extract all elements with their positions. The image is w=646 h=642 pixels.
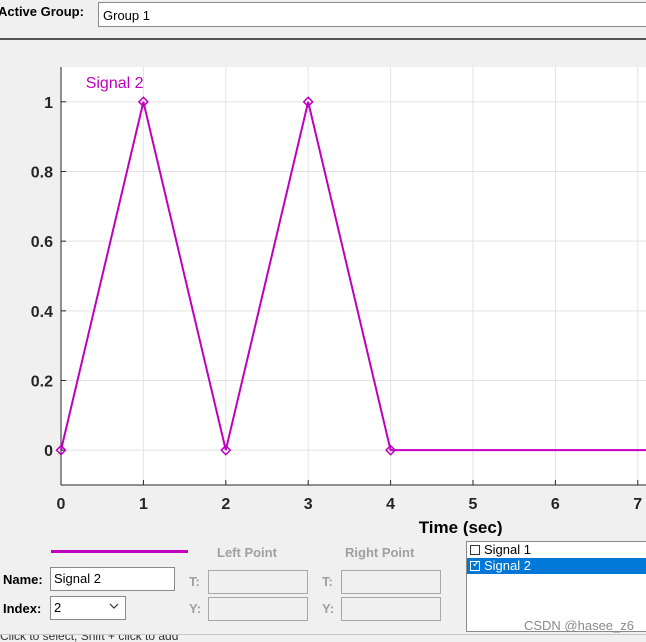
y-tick-label: 0.2 — [31, 374, 53, 391]
x-tick-label: 3 — [304, 496, 313, 513]
series-name-label: Signal 2 — [86, 75, 144, 92]
chart-svg[interactable]: 0 1 2 3 4 5 6 7 0 0.2 0.4 0.6 0.8 1 Signal 2 Time (se… — [0, 52, 646, 537]
signal-name-input[interactable]: Signal 2 — [50, 567, 175, 591]
y-tick-label: 0.8 — [31, 165, 53, 182]
signal-editor-panel: Left Point Right Point Name: Signal 2 T:… — [0, 536, 646, 642]
y-tick-label: 0.4 — [31, 304, 53, 321]
index-value: 2 — [54, 600, 62, 615]
x-tick-label: 2 — [221, 496, 230, 513]
chevron-down-icon — [109, 603, 119, 609]
signal-plot[interactable]: 0 1 2 3 4 5 6 7 0 0.2 0.4 0.6 0.8 1 Signal 2 Time (se… — [0, 52, 646, 537]
checkbox-checked-icon[interactable]: ✓ — [470, 559, 480, 571]
name-label: Name: — [3, 572, 43, 587]
signal-line-sample — [51, 550, 188, 553]
active-group-input[interactable]: Group 1 — [98, 2, 646, 27]
signal-2-label: Signal 2 — [484, 558, 531, 573]
signal-1-label: Signal 1 — [484, 542, 531, 557]
status-bar: Click to select, Shift + click to add — [0, 634, 646, 642]
left-point-title: Left Point — [217, 545, 277, 560]
right-point-title: Right Point — [345, 545, 415, 560]
right-y-label: Y: — [322, 601, 335, 616]
x-tick-label: 4 — [386, 496, 395, 513]
left-t-input[interactable] — [208, 570, 308, 594]
x-tick-label: 0 — [57, 496, 66, 513]
list-item[interactable]: Signal 1 — [467, 542, 646, 558]
x-tick-label: 7 — [633, 496, 642, 513]
y-tick-label: 1 — [44, 95, 53, 112]
status-text: Click to select, Shift + click to add — [0, 634, 179, 642]
left-y-input[interactable] — [208, 597, 308, 621]
watermark: CSDN @hasee_z6 — [523, 618, 634, 633]
active-group-label: Active Group: — [0, 4, 84, 19]
left-t-label: T: — [189, 574, 200, 589]
active-group-bar: Active Group: Group 1 — [0, 0, 646, 40]
x-tick-label: 1 — [139, 496, 148, 513]
checkbox-icon[interactable] — [470, 545, 480, 555]
right-t-label: T: — [322, 574, 333, 589]
list-item[interactable]: ✓ Signal 2 — [467, 558, 646, 574]
right-y-input[interactable] — [341, 597, 441, 621]
right-t-input[interactable] — [341, 570, 441, 594]
y-tick-label: 0 — [44, 443, 53, 460]
x-axis-label: Time (sec) — [419, 518, 503, 536]
index-label: Index: — [3, 601, 42, 616]
x-tick-label: 6 — [551, 496, 560, 513]
axes-background[interactable] — [61, 67, 646, 485]
index-select[interactable]: 2 — [50, 596, 126, 620]
y-tick-label: 0.6 — [31, 234, 53, 251]
left-y-label: Y: — [189, 601, 202, 616]
x-tick-label: 5 — [469, 496, 478, 513]
